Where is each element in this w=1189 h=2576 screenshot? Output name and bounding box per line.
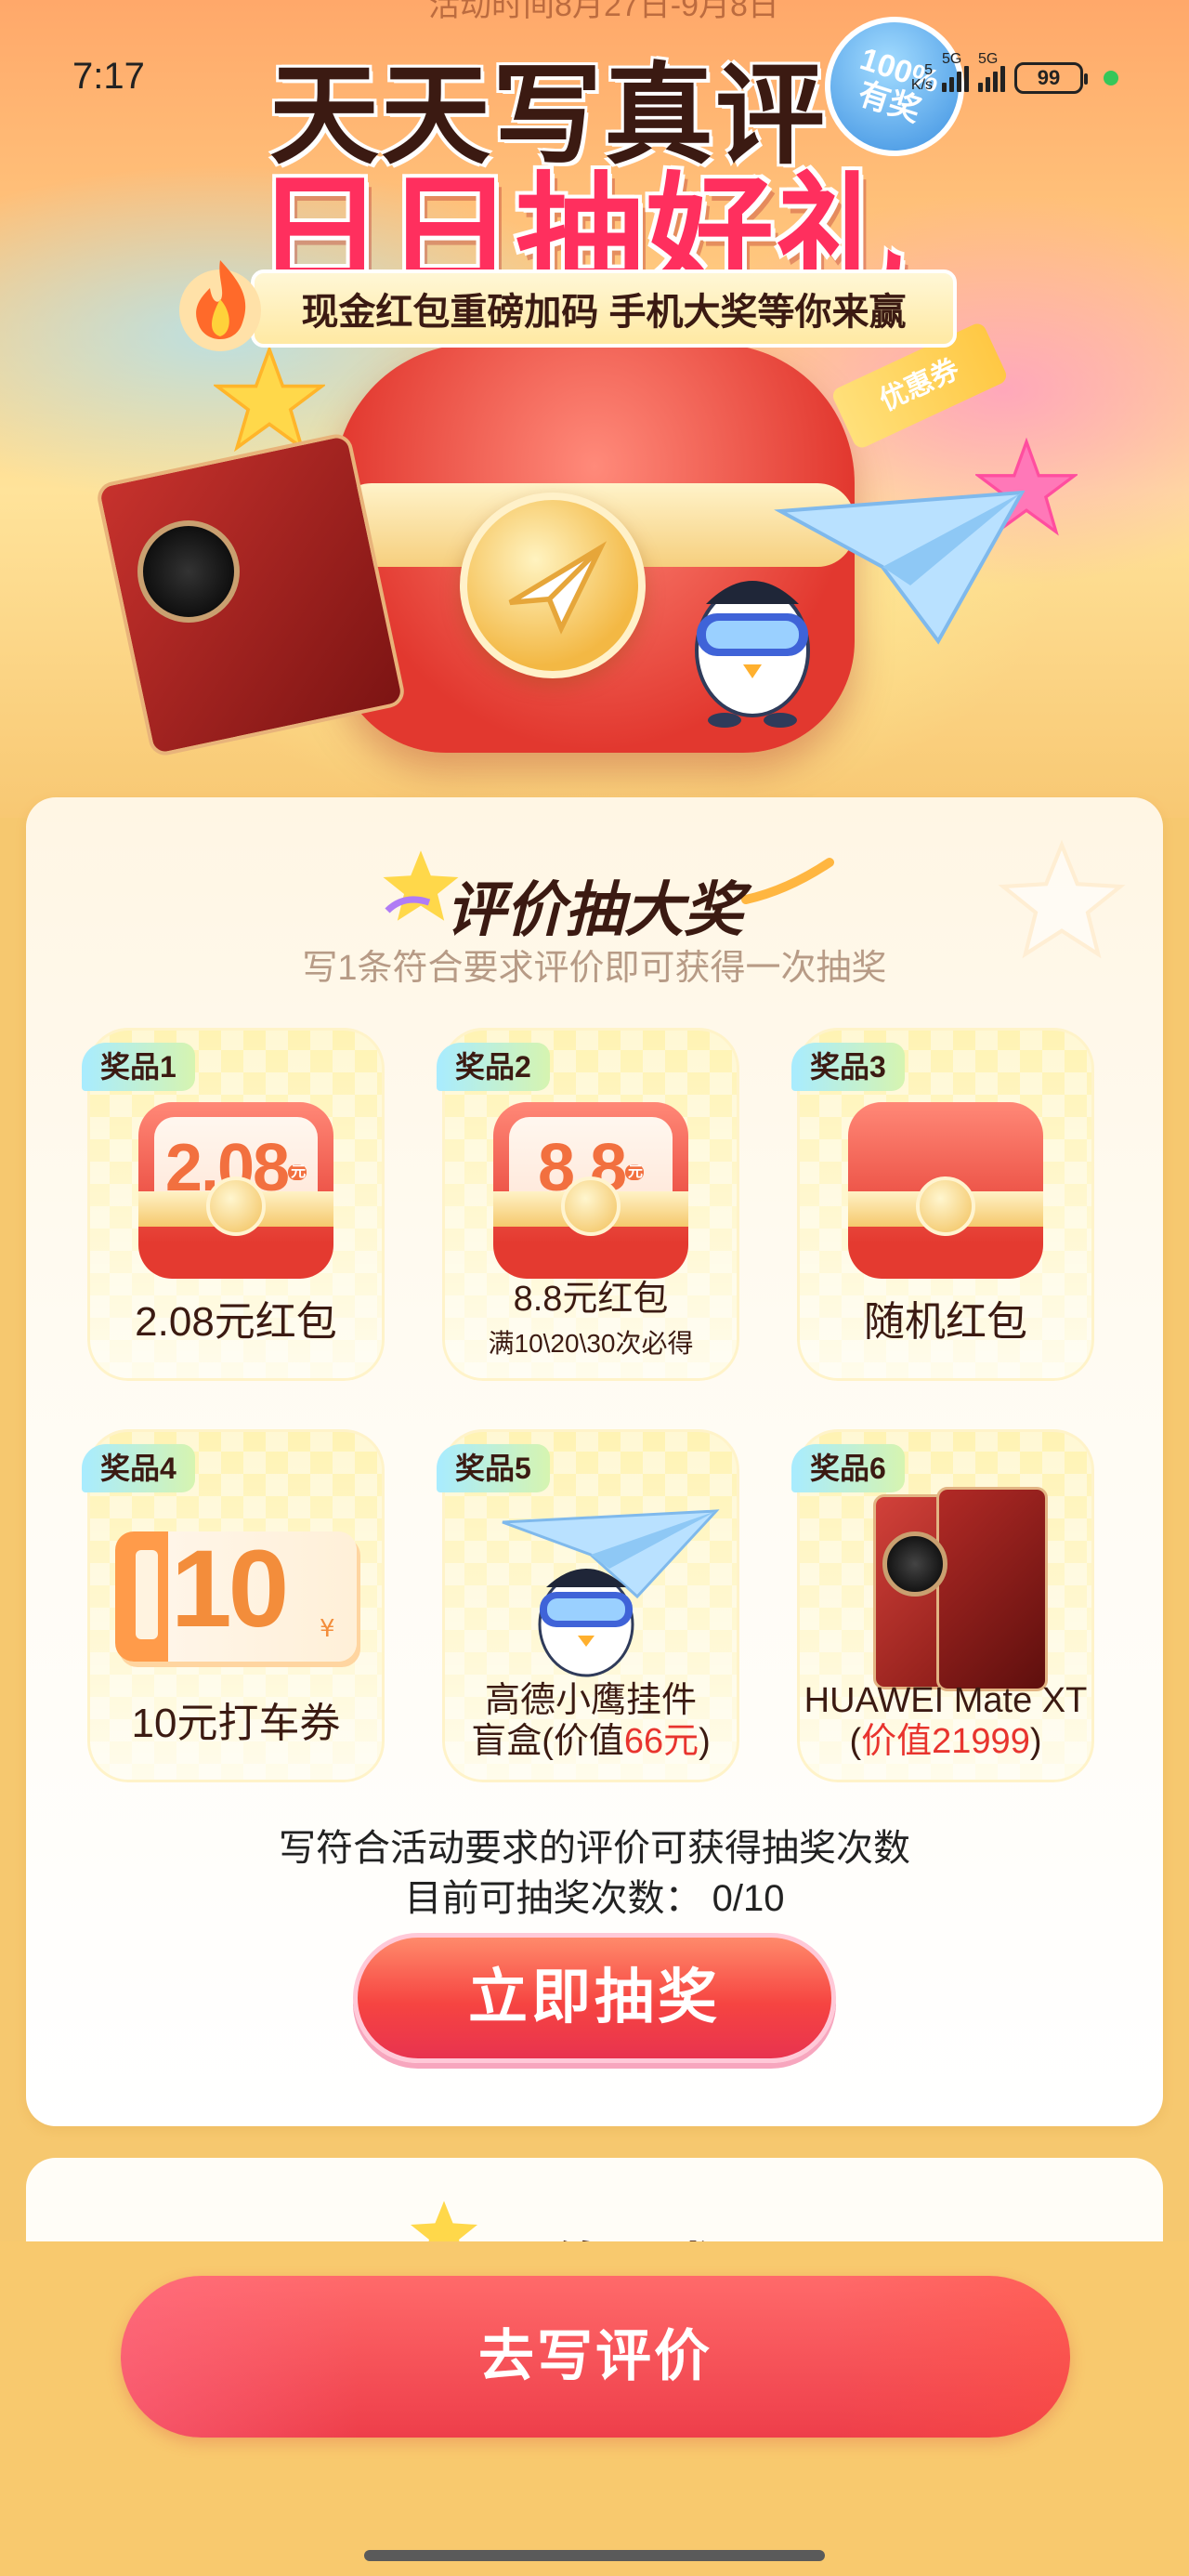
- signal-label-2: 5G: [978, 51, 999, 67]
- prize-tag: 奖品1: [82, 1043, 195, 1091]
- prize-name: 2.08元红包: [135, 1299, 337, 1345]
- signal-icon-2: 5G: [978, 51, 1005, 92]
- envelope-amount-unit: 元: [625, 1163, 645, 1180]
- phone-camera-icon: [137, 520, 240, 623]
- star-decoration-icon: [214, 344, 325, 453]
- phone-camera-icon: [882, 1531, 947, 1597]
- privacy-indicator-icon: [1104, 71, 1118, 85]
- prize-name-line2: 盲盒(价值66元): [471, 1722, 711, 1761]
- prize-tag: 奖品6: [791, 1444, 905, 1492]
- hero-banner: 活动时间8月27日-9月8日 优惠券 天天写真评 日日抽好礼 100% 有奖 现…: [0, 0, 1189, 818]
- prize-note: 满10\20\30次必得: [488, 1329, 694, 1358]
- paper-plane-icon: [508, 541, 608, 635]
- coin-icon: [916, 1176, 975, 1236]
- prize-tag: 奖品5: [437, 1444, 550, 1492]
- lottery-count: 目前可抽奖次数： 0/10: [26, 1868, 1163, 1922]
- prize-card-3[interactable]: 奖品3 随机红包: [791, 1028, 1094, 1381]
- prize-card-6[interactable]: 奖品6 HUAWEI Mate XT (价值21999): [791, 1429, 1094, 1782]
- prize-name: 高德小鹰挂件 盲盒(价值66元): [442, 1680, 739, 1762]
- coupon-amount: 10: [171, 1528, 289, 1650]
- prize-tag: 奖品3: [791, 1043, 905, 1091]
- coupon-stub: [136, 1550, 158, 1639]
- gaode-eagle-mascot-icon: [538, 1569, 634, 1677]
- envelope-amount-unit: 元: [288, 1163, 307, 1180]
- lottery-count-value: 0/10: [712, 1878, 785, 1919]
- signal-icon: 5G: [942, 51, 969, 92]
- prize-tag: 奖品4: [82, 1444, 195, 1492]
- prize-name-line2: (价值21999): [849, 1722, 1042, 1761]
- prize-name: 10元打车券: [131, 1701, 341, 1746]
- battery-icon: 99: [1014, 62, 1088, 94]
- status-bar: 7:17 5 K/s 5G 5G 99: [0, 48, 1189, 104]
- lottery-heading: 评价抽大奖: [446, 876, 743, 943]
- coin-icon: [561, 1176, 621, 1236]
- hero-subtitle: 现金红包重磅加码 手机大奖等你来赢: [251, 269, 957, 348]
- lottery-count-label: 目前可抽奖次数：: [404, 1878, 702, 1919]
- prize-name: 8.8元红包: [513, 1280, 669, 1319]
- prize-card-4[interactable]: 10 ¥ 奖品4 10元打车券: [82, 1429, 385, 1782]
- huawei-phone-back-image: [936, 1487, 1048, 1691]
- coin-icon: [206, 1176, 266, 1236]
- prize-card-2[interactable]: 8.8 元 奖品2 8.8元红包 满10\20\30次必得: [437, 1028, 739, 1381]
- network-speed: 5 K/s: [911, 63, 933, 93]
- prize-card-5[interactable]: 奖品5 高德小鹰挂件 盲盒(价值66元): [437, 1429, 739, 1782]
- home-indicator[interactable]: [364, 2550, 825, 2561]
- prize-tag: 奖品2: [437, 1043, 550, 1091]
- write-review-button[interactable]: 去写评价: [121, 2276, 1070, 2438]
- coupon-currency: ¥: [320, 1615, 335, 1643]
- gold-coin: [460, 493, 646, 678]
- status-icons: 5 K/s 5G 5G 99: [911, 51, 1118, 99]
- lottery-card: 评价抽大奖 写1条符合要求评价即可获得一次抽奖 2.08 元 奖品1 2.08元红…: [26, 797, 1163, 2126]
- prize-name: 随机红包: [864, 1299, 1027, 1345]
- gaode-eagle-mascot-icon: [695, 581, 810, 728]
- prize-name-line1: HUAWEI Mate XT: [804, 1681, 1088, 1720]
- network-speed-unit: K/s: [910, 77, 933, 93]
- network-speed-value: 5: [924, 62, 933, 78]
- signal-label: 5G: [942, 51, 962, 67]
- prize-name: HUAWEI Mate XT (价值21999): [797, 1680, 1094, 1762]
- bottom-action-bar: 去写评价: [0, 2241, 1189, 2576]
- prize-card-1[interactable]: 2.08 元 奖品1 2.08元红包: [82, 1028, 385, 1381]
- activity-date: 活动时间8月27日-9月8日: [428, 0, 779, 23]
- prize-name-line1: 高德小鹰挂件: [484, 1681, 697, 1720]
- status-time: 7:17: [72, 56, 145, 97]
- fire-icon: [179, 260, 261, 351]
- lottery-rule-text: 写符合活动要求的评价可获得抽奖次数: [279, 1828, 910, 1869]
- draw-now-button[interactable]: 立即抽奖: [353, 1933, 836, 2063]
- lottery-subheading: 写1条符合要求评价即可获得一次抽奖: [302, 949, 887, 988]
